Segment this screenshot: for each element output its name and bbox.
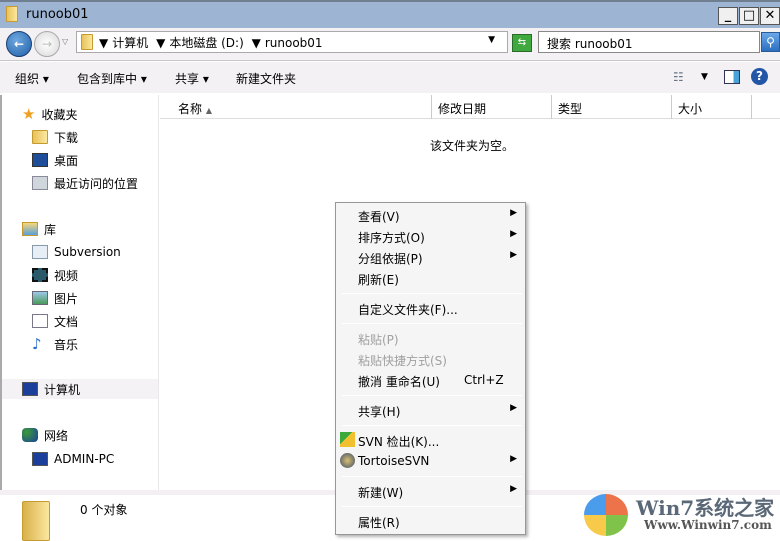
watermark-brand: Win7系统之家 xyxy=(636,496,775,520)
submenu-arrow-icon: ▶ xyxy=(510,208,517,218)
menu-item-group[interactable]: 分组依据(P) ▶ xyxy=(336,246,525,267)
sidebar-network[interactable]: 网络 xyxy=(22,425,68,445)
sidebar-item-pictures[interactable]: 图片 xyxy=(32,288,78,308)
star-icon: ★ xyxy=(22,105,36,123)
sidebar-item-subversion[interactable]: Subversion xyxy=(32,242,121,262)
new-folder-button[interactable]: 新建文件夹 xyxy=(236,70,296,87)
recent-places-icon xyxy=(32,176,48,190)
navigation-pane: ★ 收藏夹 下载 桌面 最近访问的位置 库 Subversion 视频 图片 文档… xyxy=(0,95,159,490)
address-bar[interactable]: ▼ 计算机 ▼ 本地磁盘 (D:) ▼ runoob01 ▼ xyxy=(76,31,508,53)
folder-icon xyxy=(6,6,18,22)
forward-button[interactable]: → xyxy=(34,31,60,57)
minimize-button[interactable]: _ xyxy=(718,7,738,25)
menu-separator xyxy=(342,506,522,507)
windows-logo-icon xyxy=(584,494,628,536)
toolbar: 组织 ▾ 包含到库中 ▾ 共享 ▾ 新建文件夹 ☷ ▼ ? xyxy=(0,62,780,93)
menu-separator xyxy=(342,476,522,477)
sidebar-item-recent[interactable]: 最近访问的位置 xyxy=(32,173,138,193)
view-options-icon[interactable]: ☷ xyxy=(673,70,684,84)
organize-button[interactable]: 组织 ▾ xyxy=(15,70,49,87)
shortcut-label: Ctrl+Z xyxy=(464,373,504,387)
search-input[interactable]: 搜索 runoob01 xyxy=(538,31,760,53)
back-button[interactable]: ← xyxy=(6,31,32,57)
watermark-url: Www.Winwin7.com xyxy=(644,518,772,532)
watermark-logo: Win7系统之家 Www.Winwin7.com xyxy=(580,490,780,539)
breadcrumb-computer[interactable]: 计算机 xyxy=(112,36,148,50)
menu-item-view[interactable]: 查看(V) ▶ xyxy=(336,204,525,225)
column-size[interactable]: 大小 xyxy=(672,95,752,119)
breadcrumb-drive[interactable]: 本地磁盘 (D:) xyxy=(169,36,243,50)
menu-item-refresh[interactable]: 刷新(E) xyxy=(336,267,525,288)
library-icon xyxy=(22,222,38,236)
sidebar-item-admin-pc[interactable]: ADMIN-PC xyxy=(32,449,114,469)
column-modified[interactable]: 修改日期 xyxy=(432,95,552,119)
sidebar-item-desktop[interactable]: 桌面 xyxy=(32,150,78,170)
menu-item-share[interactable]: 共享(H) ▶ xyxy=(336,399,525,420)
column-type[interactable]: 类型 xyxy=(552,95,672,119)
submenu-arrow-icon: ▶ xyxy=(510,250,517,260)
preview-pane-icon[interactable] xyxy=(724,70,740,84)
chevron-icon[interactable]: ▼ xyxy=(156,36,165,50)
submenu-arrow-icon: ▶ xyxy=(510,229,517,239)
chevron-icon[interactable]: ▼ xyxy=(252,36,261,50)
refresh-icon[interactable]: ⇆ xyxy=(512,34,532,52)
tortoisesvn-icon xyxy=(340,453,355,468)
breadcrumb-folder[interactable]: runoob01 xyxy=(265,36,323,50)
menu-item-undo-rename[interactable]: 撤消 重命名(U) Ctrl+Z xyxy=(336,369,525,390)
music-icon: ♪ xyxy=(32,335,42,353)
submenu-arrow-icon: ▶ xyxy=(510,484,517,494)
history-dropdown-icon[interactable]: ▽ xyxy=(62,37,68,46)
folder-icon xyxy=(81,34,93,50)
desktop-icon xyxy=(32,153,48,167)
item-count: 0 个对象 xyxy=(80,503,128,517)
menu-separator xyxy=(342,293,522,294)
help-icon[interactable]: ? xyxy=(751,68,768,85)
video-icon xyxy=(32,268,48,282)
column-name[interactable]: 名称 ▲ xyxy=(160,95,432,119)
sidebar-libraries[interactable]: 库 xyxy=(22,219,56,239)
document-icon xyxy=(32,245,48,259)
share-button[interactable]: 共享 ▾ xyxy=(175,70,209,87)
include-library-button[interactable]: 包含到库中 ▾ xyxy=(77,70,147,87)
menu-item-svn-checkout[interactable]: SVN 检出(K)... xyxy=(336,429,525,450)
sidebar-item-videos[interactable]: 视频 xyxy=(32,265,78,285)
sidebar-item-music[interactable]: ♪ 音乐 xyxy=(32,334,78,354)
column-header: 名称 ▲ 修改日期 类型 大小 xyxy=(160,95,780,119)
sidebar-computer[interactable]: 计算机 xyxy=(2,379,158,399)
menu-item-paste: 粘贴(P) xyxy=(358,333,399,347)
network-icon xyxy=(22,428,38,442)
maximize-button[interactable]: □ xyxy=(739,7,759,25)
view-dropdown-icon[interactable]: ▼ xyxy=(701,72,708,82)
sidebar-item-documents[interactable]: 文档 xyxy=(32,311,78,331)
address-row: ← → ▽ ▼ 计算机 ▼ 本地磁盘 (D:) ▼ runoob01 ▼ ⇆ 搜索 r… xyxy=(0,28,780,61)
computer-icon xyxy=(22,382,38,396)
menu-separator xyxy=(342,323,522,324)
menu-item-properties[interactable]: 属性(R) xyxy=(336,510,525,531)
svn-checkout-icon xyxy=(340,432,355,447)
menu-item-new[interactable]: 新建(W) ▶ xyxy=(336,480,525,501)
close-button[interactable]: ✕ xyxy=(760,7,780,25)
computer-icon xyxy=(32,452,48,466)
submenu-arrow-icon: ▶ xyxy=(510,403,517,413)
sidebar-item-downloads[interactable]: 下载 xyxy=(32,127,78,147)
menu-item-sort[interactable]: 排序方式(O) ▶ xyxy=(336,225,525,246)
submenu-arrow-icon: ▶ xyxy=(510,454,517,464)
menu-item-tortoisesvn[interactable]: TortoiseSVN ▶ xyxy=(336,450,525,471)
downloads-icon xyxy=(32,130,48,144)
menu-item-paste-shortcut: 粘贴快捷方式(S) xyxy=(358,354,447,368)
menu-separator xyxy=(342,425,522,426)
folder-icon xyxy=(22,501,50,541)
menu-item-customize[interactable]: 自定义文件夹(F)... xyxy=(336,297,525,318)
sidebar-favorites[interactable]: ★ 收藏夹 xyxy=(22,104,77,124)
context-menu: 查看(V) ▶ 排序方式(O) ▶ 分组依据(P) ▶ 刷新(E) 自定义文件夹(F)… xyxy=(335,202,526,535)
search-icon[interactable]: ⚲ xyxy=(761,32,780,52)
menu-separator xyxy=(342,395,522,396)
window-title: runoob01 xyxy=(26,7,89,22)
chevron-icon[interactable]: ▼ xyxy=(99,36,108,50)
address-dropdown-icon[interactable]: ▼ xyxy=(488,35,495,45)
documents-icon xyxy=(32,314,48,328)
picture-icon xyxy=(32,291,48,305)
title-bar: runoob01 _ □ ✕ xyxy=(0,0,780,28)
empty-folder-message: 该文件夹为空。 xyxy=(430,139,515,153)
